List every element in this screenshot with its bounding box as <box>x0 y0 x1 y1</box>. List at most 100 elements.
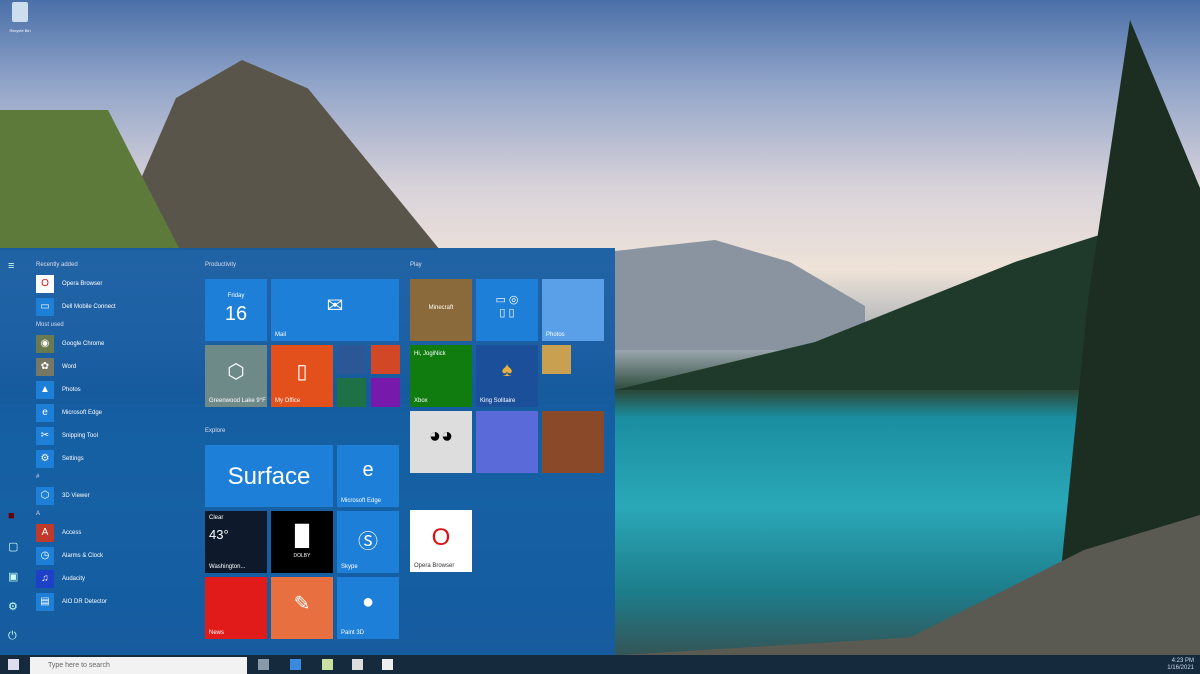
tile-game-small[interactable] <box>542 345 571 374</box>
start-rail: ≡ ■ ▢ ▣ ⚙ ⏻ <box>0 248 30 655</box>
app-dell-mobile-connect[interactable]: ▭ Dell Mobile Connect <box>36 295 196 318</box>
pictures-icon[interactable]: ▣ <box>8 570 18 583</box>
taskbar: Type here to search 4:23 PM 1/16/2021 <box>0 655 1200 674</box>
power-icon[interactable]: ⏻ <box>8 630 17 643</box>
windows-start-icon[interactable] <box>8 659 19 670</box>
app-word[interactable]: ✿ Word <box>36 355 196 378</box>
edge-taskbar-icon[interactable] <box>290 659 301 670</box>
opera-icon: O <box>431 524 451 551</box>
app-edge[interactable]: e Microsoft Edge <box>36 401 196 424</box>
app-settings[interactable]: ⚙ Settings <box>36 447 196 470</box>
tile-label: Mail <box>275 332 287 338</box>
tile-disney[interactable]: ◕◕ <box>410 411 472 473</box>
paint3d-icon: ● <box>361 591 375 613</box>
group-explore[interactable]: Explore <box>205 428 225 434</box>
recycle-bin-icon[interactable]: Recycle Bin <box>6 0 34 40</box>
tile-weather-small[interactable]: ⬡ Greenwood Lake 9°F <box>205 345 267 407</box>
tile-label: Microsoft Edge <box>341 498 382 504</box>
tile-bubble-witch[interactable] <box>476 411 538 473</box>
tile-photos[interactable]: Photos <box>542 279 604 341</box>
tile-skype[interactable]: Ⓢ Skype <box>337 511 399 573</box>
settings-icon[interactable]: ⚙ <box>8 600 18 613</box>
app-opera[interactable]: O Opera Browser <box>36 272 196 295</box>
app-label: Audacity <box>62 575 86 582</box>
group-play[interactable]: Play <box>410 262 422 268</box>
file-explorer-icon[interactable] <box>322 659 333 670</box>
tile-weather[interactable]: Clear 43° Washington... <box>205 511 267 573</box>
mail-icon: ✉ <box>326 295 344 317</box>
documents-icon[interactable]: ▢ <box>8 540 18 553</box>
clock-date: 1/16/2021 <box>1167 665 1194 671</box>
tile-game[interactable] <box>542 411 604 473</box>
tile-news[interactable]: News <box>205 577 267 639</box>
app-label: Word <box>62 363 77 370</box>
recycle-bin-label: Recycle Bin <box>9 28 31 33</box>
app-label: 3D Viewer <box>62 492 90 499</box>
tile-powerpoint[interactable] <box>371 345 400 374</box>
app-3d-viewer[interactable]: ⬡ 3D Viewer <box>36 484 196 507</box>
pencil-icon: ✎ <box>293 593 311 615</box>
app-label: Photos <box>62 386 81 393</box>
dolby-label: DOLBY <box>293 553 311 559</box>
tile-xbox[interactable]: Hi, JogiNick Xbox <box>410 345 472 407</box>
app-chrome[interactable]: ◉ Google Chrome <box>36 332 196 355</box>
audacity-icon: ♫ <box>36 569 54 588</box>
tile-label: Xbox <box>414 398 428 404</box>
app-label: Snipping Tool <box>62 432 98 439</box>
task-view-icon[interactable] <box>258 659 269 670</box>
tile-surface[interactable]: Surface <box>205 445 333 507</box>
app-list: Recently added O Opera Browser ▭ Dell Mobi… <box>36 258 196 613</box>
aio-icon: ▤ <box>36 592 54 611</box>
tile-minecraft[interactable]: Minecraft <box>410 279 472 341</box>
tile-mail[interactable]: ✉ Mail <box>271 279 399 341</box>
tile-label: Greenwood Lake 9°F <box>209 398 266 404</box>
section-header: Recently added <box>36 262 78 268</box>
tile-dolby[interactable]: ▐▌ DOLBY <box>271 511 333 573</box>
tile-sketchbook[interactable]: ✎ <box>271 577 333 639</box>
tile-excel[interactable] <box>337 378 366 407</box>
sun-icon: ⬡ <box>227 361 245 383</box>
tile-onenote[interactable] <box>371 378 400 407</box>
xbox-greeting: Hi, JogiNick <box>414 351 446 357</box>
app-aio[interactable]: ▤ AIO DR Detector <box>36 590 196 613</box>
tile-label: Photos <box>546 332 565 338</box>
system-clock[interactable]: 4:23 PM 1/16/2021 <box>1167 658 1194 672</box>
tile-opera[interactable]: O Opera Browser <box>410 510 472 572</box>
photos-icon: ▲ <box>36 380 54 399</box>
settings-icon: ⚙ <box>36 449 54 468</box>
tile-word[interactable] <box>337 345 366 374</box>
edge-icon: e <box>36 403 54 422</box>
tile-edge[interactable]: e Microsoft Edge <box>337 445 399 507</box>
hamburger-icon[interactable]: ≡ <box>8 260 14 272</box>
letter-header[interactable]: A <box>36 507 196 521</box>
app-snipping-tool[interactable]: ✂ Snipping Tool <box>36 424 196 447</box>
tile-label: Skype <box>341 564 358 570</box>
clock-icon: ◷ <box>36 546 54 565</box>
tile-my-office[interactable]: ▯ My Office <box>271 345 333 407</box>
letter-header[interactable]: # <box>36 470 196 484</box>
tile-label: My Office <box>275 398 301 404</box>
app-label: Access <box>62 529 82 536</box>
tile-calendar[interactable]: Friday 16 <box>205 279 267 341</box>
user-avatar[interactable]: ■ <box>8 510 15 522</box>
chrome-icon: ◉ <box>36 334 54 353</box>
tile-solitaire[interactable]: ♠ King Solitaire <box>476 345 538 407</box>
surface-logo: Surface <box>227 463 311 490</box>
app-photos[interactable]: ▲ Photos <box>36 378 196 401</box>
mail-taskbar-icon[interactable] <box>382 659 393 670</box>
app-access[interactable]: A Access <box>36 521 196 544</box>
opera-icon: O <box>36 274 54 293</box>
dolby-icon: ▐▌ <box>287 525 317 547</box>
group-productivity[interactable]: Productivity <box>205 262 236 268</box>
3d-viewer-icon: ⬡ <box>36 486 54 505</box>
access-icon: A <box>36 523 54 542</box>
tile-paint-3d[interactable]: ● Paint 3D <box>337 577 399 639</box>
store-icon[interactable] <box>352 659 363 670</box>
solitaire-icon: ♠ <box>501 359 513 381</box>
app-audacity[interactable]: ♫ Audacity <box>36 567 196 590</box>
tile-label: Washington... <box>209 564 246 570</box>
word-icon: ✿ <box>36 357 54 376</box>
search-input[interactable]: Type here to search <box>30 657 247 674</box>
tile-folder-group[interactable]: ▭ ◎ ▯ ▯ <box>476 279 538 341</box>
app-alarms[interactable]: ◷ Alarms & Clock <box>36 544 196 567</box>
